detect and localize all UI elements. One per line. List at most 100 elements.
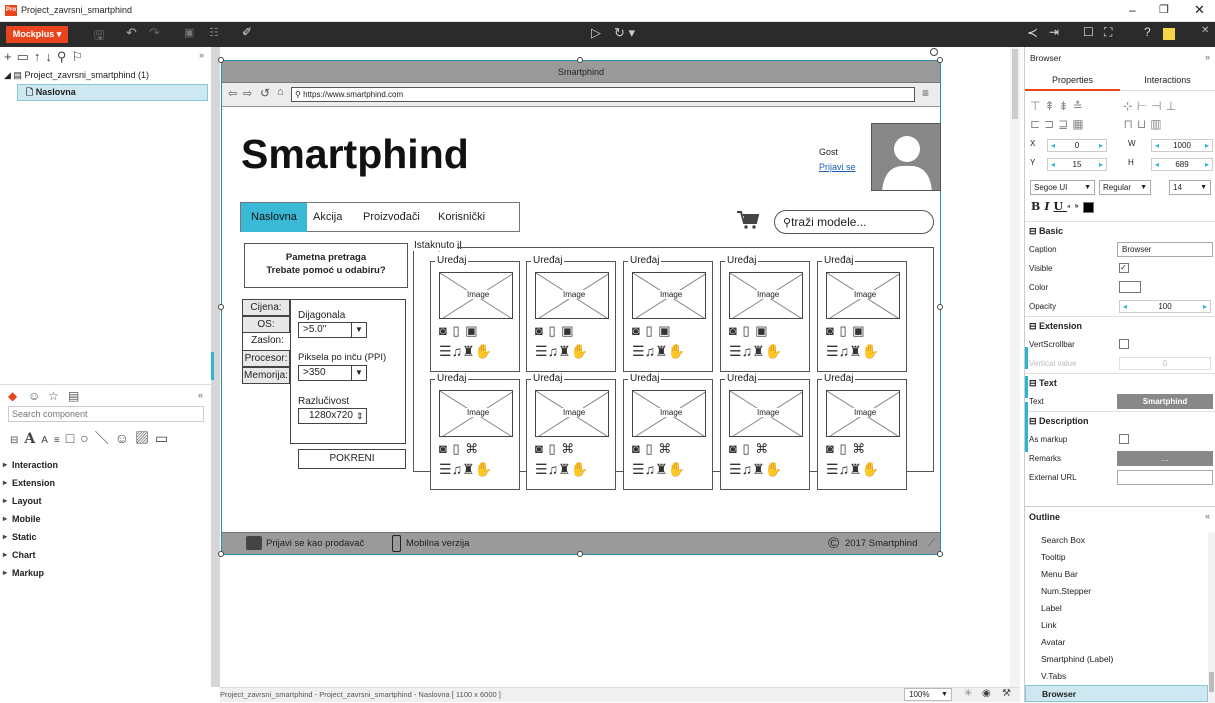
device-card[interactable]: Uređaj Image ◙ ▯ ⌘ ☰♫♜✋ (623, 373, 713, 490)
line-shape-icon[interactable]: ＼ (95, 430, 115, 446)
emoji-tab-icon[interactable]: ☺ (28, 389, 40, 403)
device-card[interactable]: Uređaj Image ◙ ▯ ⌘ ☰♫♜✋ (720, 373, 810, 490)
bold-icon[interactable]: B (1031, 200, 1044, 213)
selection-handle[interactable] (218, 57, 224, 63)
site-search-box[interactable]: ⚲traži modele... (774, 210, 934, 234)
device-card[interactable]: Uređaj Image ◙ ▯ ⌘ ☰♫♜✋ (526, 373, 616, 490)
run-button[interactable]: POKRENI (298, 449, 406, 469)
font-size-select[interactable]: 14 ▼ (1169, 180, 1211, 195)
tree-project[interactable]: ◢ ▤ Project_zavrsni_smartphind (1) (4, 70, 149, 81)
input-shape-icon[interactable]: ▭ (155, 430, 174, 446)
visible-checkbox[interactable]: ✓ (1119, 263, 1129, 273)
note-icon[interactable] (1163, 28, 1175, 40)
collapse-props-icon[interactable]: » (1205, 52, 1210, 62)
category-static[interactable]: Static (0, 528, 211, 546)
outline-item[interactable]: Smartphind (Label) (1025, 651, 1208, 668)
ppi-select[interactable]: >350 ▼ (298, 365, 367, 381)
outline-scrollbar[interactable] (1208, 532, 1215, 703)
outline-item[interactable]: Menu Bar (1025, 566, 1208, 583)
save-icon[interactable]: 🖫 (94, 26, 104, 47)
align-bottom-icon[interactable]: ⇟ (1059, 99, 1073, 113)
tab-properties[interactable]: Properties (1025, 69, 1120, 91)
outline-item[interactable]: V.Tabs (1025, 668, 1208, 685)
redo-icon[interactable]: ↷ (149, 25, 160, 41)
mockplus-menu-button[interactable]: Mockplus ▾ (6, 26, 68, 43)
rotate-handle[interactable] (930, 48, 938, 56)
vtab-memorija[interactable]: Memorija: (242, 367, 290, 384)
send-back-icon[interactable]: ⊔ (1137, 117, 1150, 131)
vtab-os[interactable]: OS: (242, 316, 290, 333)
rectangle-shape-icon[interactable]: □ (66, 430, 80, 446)
collapse-outline-icon[interactable]: « (1205, 511, 1210, 521)
undo-icon[interactable]: ↶ (126, 25, 137, 41)
browser-menu-icon[interactable]: ≡ (922, 86, 929, 100)
star-tab-icon[interactable]: ☆ (48, 389, 59, 403)
markup-checkbox[interactable] (1119, 434, 1129, 444)
external-url-input[interactable] (1117, 470, 1213, 485)
same-width-icon[interactable]: ⊓ (1124, 117, 1137, 131)
device-card[interactable]: Uređaj Image ◙ ▯ ▣ ☰♫♜✋ (430, 255, 520, 372)
w-stepper[interactable]: ◂ 1000 ▸ (1151, 139, 1213, 152)
tab-naslovna[interactable]: Naslovna (241, 203, 307, 232)
folder-icon[interactable]: ▭ (17, 49, 34, 64)
move-up-icon[interactable]: ↑ (34, 49, 46, 64)
align-left-icon[interactable]: ⊏ (1030, 117, 1044, 131)
selection-handle[interactable] (937, 304, 943, 310)
distribute-h-icon[interactable]: ⊢⊣ (1137, 99, 1166, 113)
play-icon[interactable]: ▷ (591, 25, 601, 41)
button-shape-icon[interactable]: ⊟ (10, 435, 24, 446)
footer-seller-link[interactable]: Prijavi se kao prodavač (266, 538, 364, 549)
search-icon[interactable]: ⚲ (57, 49, 72, 64)
close-panel-icon[interactable]: ✕ (1201, 25, 1209, 36)
category-mobile[interactable]: Mobile (0, 510, 211, 528)
device-card[interactable]: Uređaj Image ◙ ▯ ▣ ☰♫♜✋ (720, 255, 810, 372)
collapse-icon[interactable]: ⊟ (1029, 378, 1039, 388)
tab-akcija[interactable]: Akcija (305, 203, 350, 232)
font-family-select[interactable]: Segoe UI ▼ (1030, 180, 1095, 195)
move-down-icon[interactable]: ↓ (45, 49, 57, 64)
copy-style-icon[interactable]: ▣ (184, 26, 194, 39)
font-weight-select[interactable]: Regular ▼ (1099, 180, 1151, 195)
zoom-select[interactable]: 100% ▼ (904, 688, 952, 701)
category-chart[interactable]: Chart (0, 546, 211, 564)
circle-shape-icon[interactable]: ○ (80, 430, 94, 446)
sun-icon[interactable]: ✳ (964, 688, 972, 699)
collapse-icon[interactable]: ⊟ (1029, 226, 1039, 236)
emoji-shape-icon[interactable]: ☺ (115, 430, 135, 446)
url-bar[interactable]: ⚲ https://www.smartphind.com (291, 87, 915, 102)
canvas-scrollbar[interactable] (1010, 47, 1020, 687)
category-interaction[interactable]: Interaction (0, 456, 211, 474)
caption-input[interactable]: Browser (1117, 242, 1213, 257)
sync-icon[interactable]: ↻ ▾ (614, 25, 635, 41)
device-card[interactable]: Uređaj Image ◙ ▯ ⌘ ☰♫♜✋ (817, 373, 907, 490)
home-icon[interactable]: ⌂ (277, 86, 284, 98)
back-icon[interactable]: ⇦ (228, 87, 237, 100)
component-search-input[interactable] (8, 406, 204, 422)
tree-page-naslovna[interactable]: 🗋 Naslovna (17, 84, 208, 101)
align-right-icon[interactable]: ⊒ (1058, 117, 1072, 131)
export-icon[interactable]: ⇥ (1049, 25, 1059, 39)
distribute-v-icon[interactable]: ≛ (1073, 99, 1087, 113)
outline-item[interactable]: Avatar (1025, 634, 1208, 651)
selection-handle[interactable] (937, 551, 943, 557)
tab-interactions[interactable]: Interactions (1120, 69, 1215, 91)
vtab-procesor[interactable]: Procesor: (242, 350, 290, 367)
vtab-cijena[interactable]: Cijena: (242, 299, 290, 316)
align-icon[interactable]: ☷ (209, 26, 219, 39)
cart-icon[interactable] (737, 211, 759, 229)
selection-handle[interactable] (577, 57, 583, 63)
design-canvas[interactable]: Smartphind ⇦ ⇨ ↺ ⌂ ⚲ https://www.smartph… (218, 47, 1020, 687)
diag-select[interactable]: >5.0" ▼ (298, 322, 367, 338)
login-link[interactable]: Prijavi se (819, 162, 856, 172)
device-card[interactable]: Uređaj Image ◙ ▯ ⌘ ☰♫♜✋ (430, 373, 520, 490)
device-card[interactable]: Uređaj Image ◙ ▯ ▣ ☰♫♜✋ (526, 255, 616, 372)
collapse-icon[interactable]: ⊟ (1029, 416, 1039, 426)
x-stepper[interactable]: ◂ 0 ▸ (1047, 139, 1107, 152)
resize-grip-icon[interactable]: ⟋ (928, 538, 935, 549)
device-card[interactable]: Uređaj Image ◙ ▯ ▣ ☰♫♜✋ (623, 255, 713, 372)
footer-mobile-link[interactable]: Mobilna verzija (406, 538, 469, 549)
components-tab-icon[interactable]: ◆ (8, 389, 17, 403)
help-icon[interactable]: ? (1144, 25, 1151, 39)
same-height-icon[interactable]: ⊥ (1166, 99, 1180, 113)
selection-handle[interactable] (218, 304, 224, 310)
